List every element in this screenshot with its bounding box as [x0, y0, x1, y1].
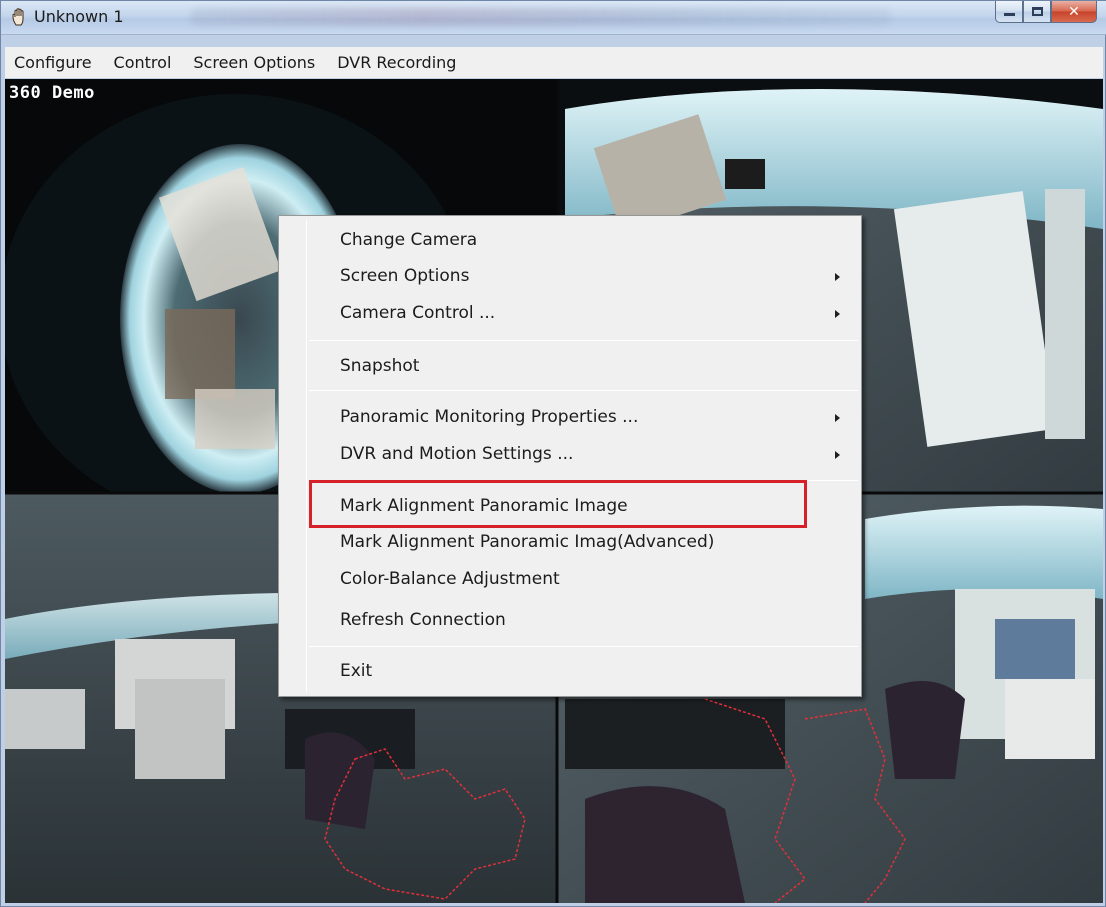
- title-bar[interactable]: Unknown 1 ✕: [1, 1, 1106, 35]
- submenu-arrow-icon: [835, 414, 840, 422]
- title-bar-blur: [191, 8, 891, 26]
- menu-control[interactable]: Control: [114, 53, 172, 72]
- minimize-button[interactable]: [995, 1, 1023, 23]
- ctx-color-balance-adjustment[interactable]: Color-Balance Adjustment: [340, 565, 560, 593]
- ctx-mark-alignment-advanced[interactable]: Mark Alignment Panoramic Imag(Advanced): [340, 528, 714, 556]
- maximize-icon: [1031, 7, 1043, 16]
- video-title: 360 Demo: [9, 83, 95, 103]
- submenu-arrow-icon: [835, 310, 840, 318]
- ctx-change-camera[interactable]: Change Camera: [340, 226, 477, 254]
- caption-buttons: ✕: [995, 1, 1097, 23]
- close-button[interactable]: ✕: [1051, 1, 1097, 23]
- menu-screen-options[interactable]: Screen Options: [193, 53, 315, 72]
- ctx-panoramic-monitoring-properties[interactable]: Panoramic Monitoring Properties ...: [340, 403, 638, 431]
- minimize-icon: [1003, 13, 1015, 16]
- context-menu: Change Camera Screen Options Camera Cont…: [278, 215, 862, 697]
- menu-separator: [309, 340, 858, 341]
- menu-bar: Configure Control Screen Options DVR Rec…: [5, 47, 1103, 78]
- menu-configure[interactable]: Configure: [14, 53, 92, 72]
- maximize-button[interactable]: [1023, 1, 1051, 23]
- context-menu-gutter: [306, 220, 307, 692]
- menu-separator: [309, 646, 858, 647]
- menu-separator: [309, 390, 858, 391]
- submenu-arrow-icon: [835, 273, 840, 281]
- ctx-snapshot[interactable]: Snapshot: [340, 352, 419, 380]
- ctx-exit[interactable]: Exit: [340, 657, 372, 685]
- ctx-camera-control[interactable]: Camera Control ...: [340, 299, 495, 327]
- hand-icon: [12, 8, 24, 26]
- menu-dvr-recording[interactable]: DVR Recording: [337, 53, 456, 72]
- ctx-screen-options[interactable]: Screen Options: [340, 262, 469, 290]
- highlight-annotation-box: [309, 480, 807, 528]
- submenu-arrow-icon: [835, 451, 840, 459]
- ctx-refresh-connection[interactable]: Refresh Connection: [340, 606, 506, 634]
- close-icon: ✕: [1068, 3, 1080, 20]
- window-title: Unknown 1: [34, 7, 124, 26]
- ctx-dvr-motion-settings[interactable]: DVR and Motion Settings ...: [340, 440, 573, 468]
